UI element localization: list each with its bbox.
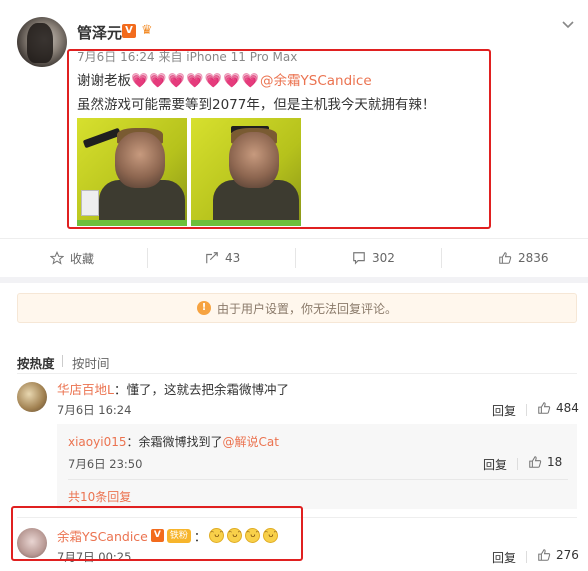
comment-like-button[interactable]: 484 <box>537 401 579 415</box>
comment-button[interactable]: 302 <box>352 239 395 277</box>
commenter-avatar[interactable] <box>17 382 47 412</box>
warning-icon: ! <box>196 301 211 315</box>
like-button[interactable]: 2836 <box>498 239 549 277</box>
thumbs-up-icon <box>538 549 551 561</box>
divider <box>526 551 527 563</box>
comment-text: 华店百地L：懂了，这就去把余霜微博冲了 <box>57 379 289 398</box>
sub-reply-body: ：余霜微博找到了 <box>126 435 223 449</box>
sub-reply-time: 7月6日 23:50 <box>68 457 143 471</box>
reply-button[interactable]: 回复 <box>483 456 507 473</box>
weibo-post-page: 管泽元 V ♛ 7月6日 16:24 来自 iPhone 11 Pro Max … <box>0 0 588 571</box>
member-crown-icon: ♛ <box>141 23 153 38</box>
sub-reply-like-count: 18 <box>547 455 563 469</box>
reply-button[interactable]: 回复 <box>492 549 516 566</box>
more-replies-link[interactable]: 共10条回复 <box>68 488 131 505</box>
share-icon <box>206 252 218 264</box>
verified-badge-icon: V <box>122 24 136 38</box>
star-icon <box>50 251 64 265</box>
comment-body: ：懂了，这就去把余霜微博冲了 <box>113 382 289 397</box>
comment-icon <box>353 252 365 265</box>
divider <box>17 373 577 374</box>
highlight-box-comment <box>11 506 303 561</box>
comment-like-count: 484 <box>556 401 579 415</box>
comment-like-count: 276 <box>556 548 579 562</box>
divider <box>295 248 296 268</box>
forward-count: 43 <box>225 251 241 265</box>
sub-reply-like-button[interactable]: 18 <box>528 455 562 469</box>
divider <box>68 479 568 480</box>
reply-button[interactable]: 回复 <box>492 402 516 419</box>
thumbs-up-icon <box>529 456 542 468</box>
highlight-box-post <box>67 49 491 229</box>
chevron-down-icon[interactable] <box>560 16 576 32</box>
divider <box>517 458 518 470</box>
comment-time: 7月6日 16:24 <box>57 403 132 417</box>
divider <box>147 248 148 268</box>
favorite-label: 收藏 <box>70 251 95 266</box>
comment-count: 302 <box>372 251 395 265</box>
notice-text: 由于用户设置，你无法回复评论。 <box>216 301 397 316</box>
divider <box>526 404 527 416</box>
sort-by-time[interactable]: 按时间 <box>72 353 110 372</box>
divider <box>62 355 63 367</box>
like-count: 2836 <box>518 251 549 265</box>
comment-like-button[interactable]: 276 <box>537 548 579 562</box>
commenter-name[interactable]: 华店百地L <box>57 382 114 397</box>
author-avatar[interactable] <box>17 17 67 67</box>
sub-reply-text: xiaoyi015：余霜微博找到了@解说Cat <box>68 433 279 450</box>
thumbs-up-icon <box>499 252 512 264</box>
sub-reply-author[interactable]: xiaoyi015 <box>68 435 126 449</box>
favorite-button[interactable]: 收藏 <box>50 239 94 277</box>
author-name[interactable]: 管泽元 <box>77 22 122 43</box>
mention-link[interactable]: @解说Cat <box>223 435 279 449</box>
forward-button[interactable]: 43 <box>205 239 240 277</box>
action-bar: 收藏 43 302 2836 <box>0 239 588 277</box>
thumbs-up-icon <box>538 402 551 414</box>
reply-disabled-notice: ! 由于用户设置，你无法回复评论。 <box>17 293 577 323</box>
sort-by-hot[interactable]: 按热度 <box>17 353 55 372</box>
divider <box>441 248 442 268</box>
